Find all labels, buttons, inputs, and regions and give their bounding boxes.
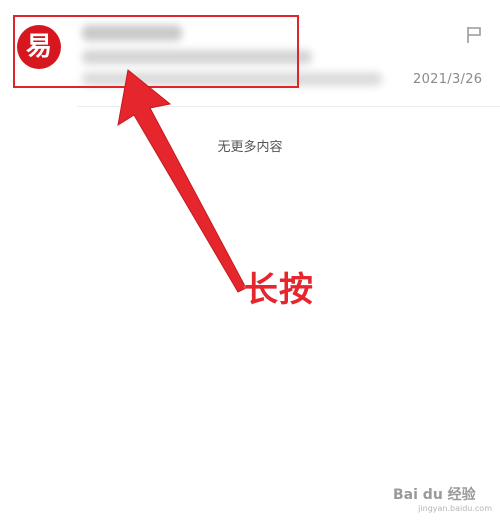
baidu-watermark: Bai du 经验 jingyan.baidu.com	[393, 488, 498, 513]
watermark-brand: Bai du 经验	[393, 487, 476, 503]
long-press-annotation: 长按	[244, 270, 314, 310]
watermark-url: jingyan.baidu.com	[418, 504, 492, 513]
